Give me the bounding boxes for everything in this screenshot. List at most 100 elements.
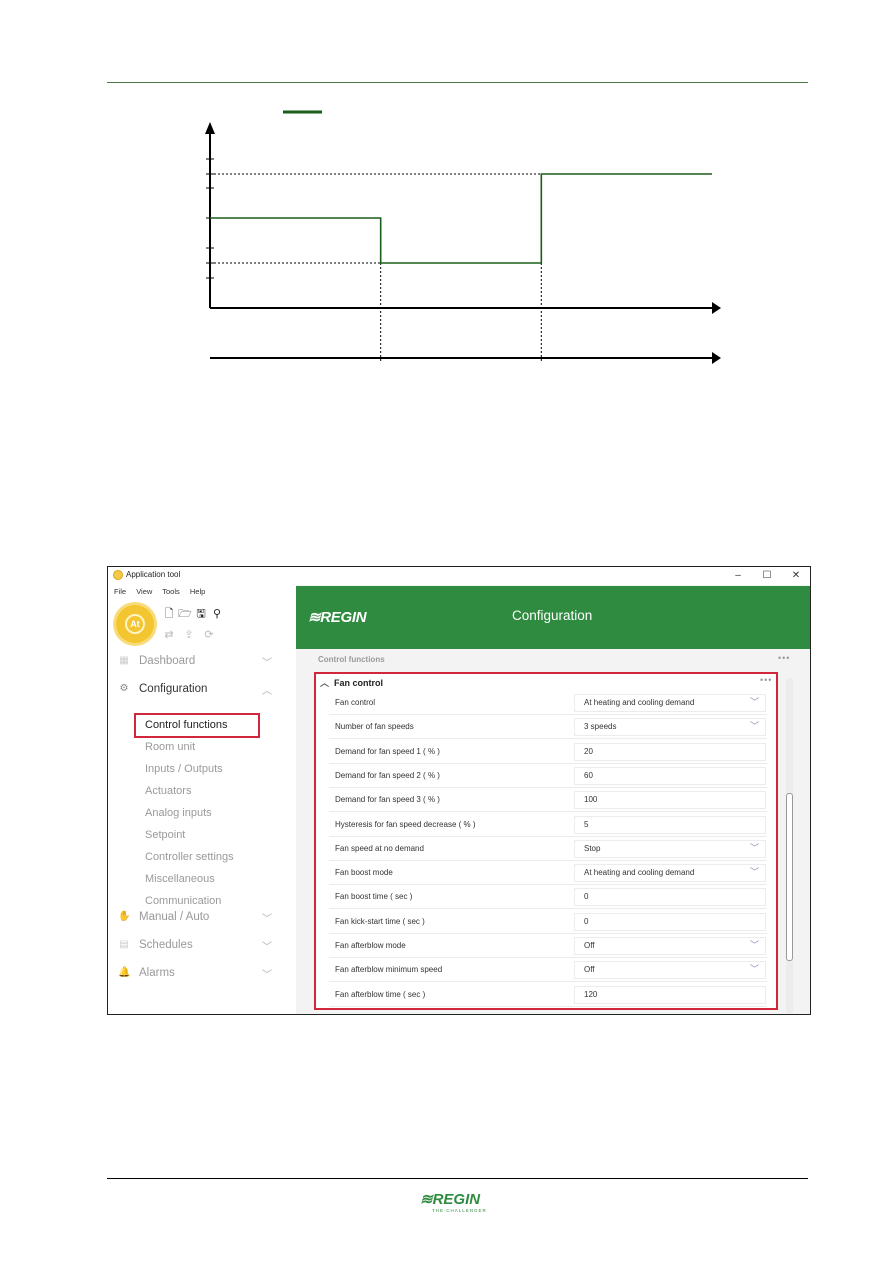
field-value: 0 — [584, 916, 589, 926]
sidebar-item-inputs-outputs[interactable]: Inputs / Outputs — [145, 763, 223, 775]
search-icon[interactable]: ⚲ — [210, 607, 224, 621]
maximize-button[interactable]: ☐ — [755, 568, 779, 584]
field-value: At heating and cooling demand — [584, 868, 695, 878]
sidebar-group-label: Configuration — [139, 683, 208, 695]
setting-label: Fan speed at no demand — [335, 843, 424, 853]
sidebar-item-controller-settings[interactable]: Controller settings — [145, 851, 234, 863]
setting-row: Fan speed at no demand Stop ﹀ — [329, 837, 767, 861]
scrollbar-thumb[interactable] — [786, 793, 793, 961]
regin-logo: ≋REGIN — [308, 609, 367, 626]
sidebar: ▦ Dashboard ﹀ ⚙ Configuration ︿ ✋ Manual / Auto… — [108, 651, 296, 1014]
fan-boost-mode-select[interactable]: At heating and cooling demand ﹀ — [574, 864, 766, 883]
fan-control-select[interactable]: At heating and cooling demand ﹀ — [574, 694, 766, 712]
setting-row: Fan kick-start time ( sec ) 0 — [329, 910, 767, 934]
new-file-icon[interactable]: 🗋 — [162, 607, 176, 621]
sidebar-group-dashboard[interactable]: ▦ Dashboard ﹀ — [108, 651, 296, 673]
time-axis-arrow — [712, 352, 721, 364]
field-value: 5 — [584, 819, 589, 829]
hand-icon: ✋ — [118, 911, 131, 922]
fan-speed-diagram — [205, 110, 721, 364]
setting-row: Fan afterblow mode Off ﹀ — [329, 934, 767, 958]
field-value: Off — [584, 965, 595, 975]
app-window: Application tool – ☐ ✕ File View Tools H… — [107, 566, 811, 1015]
chevron-down-icon: ﹀ — [749, 721, 759, 732]
demand-for-fan-speed-2-input[interactable]: 60 — [574, 766, 766, 785]
section-more-icon[interactable]: ••• — [760, 675, 772, 685]
sidebar-item-actuators[interactable]: Actuators — [145, 785, 191, 797]
sidebar-item-room-unit[interactable]: Room unit — [145, 741, 195, 753]
save-icon[interactable]: 🖫 — [194, 607, 208, 621]
sidebar-group-schedules[interactable]: ▤ Schedules ﹀ — [108, 935, 296, 957]
field-value: 3 speeds — [584, 722, 617, 732]
setting-label: Fan boost mode — [335, 868, 393, 878]
menu-help[interactable]: Help — [190, 587, 205, 596]
setting-label: Fan kick-start time ( sec ) — [335, 916, 425, 926]
chevron-down-icon[interactable]: ﹀ — [262, 938, 272, 953]
fan-boost-time-sec-input[interactable]: 0 — [574, 888, 766, 907]
sidebar-group-configuration[interactable]: ⚙ Configuration ︿ — [108, 679, 296, 701]
chevron-down-icon: ﹀ — [749, 940, 759, 950]
bell-icon: 🔔 — [118, 967, 131, 978]
field-value: 20 — [584, 746, 593, 756]
setting-label: Fan control — [335, 698, 376, 707]
number-of-fan-speeds-select[interactable]: 3 speeds ﹀ — [574, 718, 766, 737]
chevron-up-icon[interactable]: ︿ — [262, 682, 272, 697]
sidebar-item-analog-inputs[interactable]: Analog inputs — [145, 807, 212, 819]
sidebar-item-miscellaneous[interactable]: Miscellaneous — [145, 873, 215, 885]
window-title: Application tool — [126, 570, 181, 579]
menu-tools[interactable]: Tools — [162, 587, 180, 596]
sidebar-item-communication[interactable]: Communication — [145, 895, 221, 907]
chevron-down-icon[interactable]: ﹀ — [262, 966, 272, 981]
refresh-icon[interactable]: ⟳ — [202, 628, 216, 642]
fan-afterblow-minimum-speed-select[interactable]: Off ﹀ — [574, 961, 766, 980]
field-value: 120 — [584, 989, 598, 999]
chevron-down-icon: ﹀ — [749, 964, 759, 975]
upload-icon[interactable]: ⇪ — [182, 628, 196, 642]
setting-label: Hysteresis for fan speed decrease ( % ) — [335, 819, 476, 829]
menu-file[interactable]: File — [114, 587, 126, 596]
page-footer-rule — [107, 1178, 808, 1179]
connect-icon[interactable]: ⇄ — [162, 628, 176, 642]
chevron-down-icon: ﹀ — [749, 697, 759, 707]
setting-row: Demand for fan speed 3 ( % ) 100 — [329, 788, 767, 813]
hysteresis-for-fan-speed-decrease-input[interactable]: 5 — [574, 815, 766, 834]
open-folder-icon[interactable]: 🗁 — [178, 607, 192, 621]
close-button[interactable]: ✕ — [784, 568, 808, 584]
calendar-icon: ▤ — [119, 939, 129, 950]
sidebar-group-manual-auto[interactable]: ✋ Manual / Auto ﹀ — [108, 907, 296, 929]
demand-for-fan-speed-3-input[interactable]: 100 — [574, 791, 766, 810]
app-header: ≋REGIN Configuration — [296, 586, 810, 649]
menu-view[interactable]: View — [136, 587, 152, 596]
app-logo-text: At — [125, 614, 145, 634]
field-value: Off — [584, 941, 595, 950]
sidebar-group-alarms[interactable]: 🔔 Alarms ﹀ — [108, 963, 296, 985]
fan-afterblow-mode-select[interactable]: Off ﹀ — [574, 937, 766, 955]
section-title: Fan control — [334, 678, 384, 688]
sidebar-group-label: Schedules — [139, 939, 193, 951]
y-axis-arrow — [205, 122, 215, 134]
setting-row: Fan afterblow time ( sec ) 120 — [329, 983, 767, 1007]
chevron-down-icon: ﹀ — [749, 842, 759, 853]
setting-row: Demand for fan speed 1 ( % ) 20 — [329, 740, 767, 764]
fan-speed-step-line — [210, 173, 712, 264]
chevron-down-icon[interactable]: ﹀ — [262, 654, 272, 669]
sidebar-item-control-functions[interactable]: Control functions — [145, 719, 228, 731]
footer-logo: ≋REGIN THE CHALLENGER — [420, 1190, 495, 1218]
setting-row: Fan control At heating and cooling demand… — [329, 691, 767, 715]
title-bar: Application tool – ☐ ✕ — [108, 567, 810, 585]
minimize-button[interactable]: – — [726, 568, 750, 584]
fan-afterblow-time-sec-input[interactable]: 120 — [574, 985, 766, 1004]
app-logo: At — [116, 605, 154, 643]
fan-speed-at-no-demand-select[interactable]: Stop ﹀ — [574, 839, 766, 858]
setting-row: Fan boost time ( sec ) 0 — [329, 885, 767, 910]
fan-kick-start-time-sec-input[interactable]: 0 — [574, 912, 766, 931]
more-options-icon[interactable]: ••• — [778, 653, 790, 663]
menu-bar: File View Tools Help — [114, 587, 213, 596]
setting-row: Number of fan speeds 3 speeds ﹀ — [329, 715, 767, 740]
setting-label: Demand for fan speed 1 ( % ) — [335, 746, 440, 756]
sidebar-item-setpoint[interactable]: Setpoint — [145, 829, 185, 841]
section-toggle[interactable]: ︿ Fan control — [320, 676, 383, 689]
chevron-down-icon[interactable]: ﹀ — [262, 910, 272, 925]
demand-for-fan-speed-1-input[interactable]: 20 — [574, 742, 766, 761]
setting-label: Fan boost time ( sec ) — [335, 892, 413, 902]
